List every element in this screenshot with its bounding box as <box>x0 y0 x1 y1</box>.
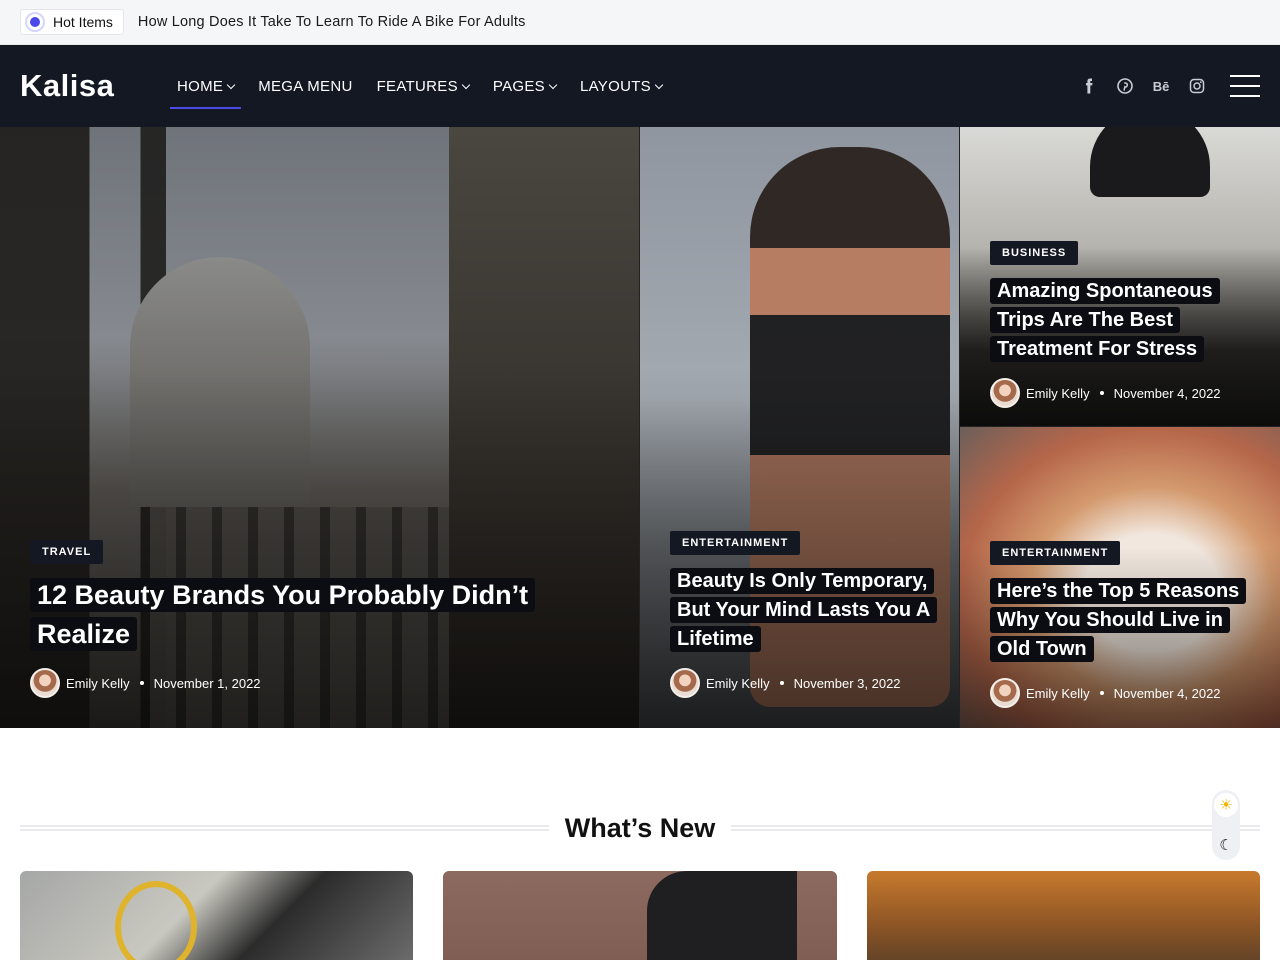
post-thumbnail[interactable] <box>443 871 837 960</box>
hero-post-card[interactable]: ENTERTAINMENT Here’s the Top 5 Reasons W… <box>960 427 1280 728</box>
post-title[interactable]: Beauty Is Only Temporary, But Your Mind … <box>670 567 938 654</box>
site-logo[interactable]: Kalisa <box>20 68 170 104</box>
hero-post-card[interactable]: BUSINESS Amazing Spontaneous Trips Are T… <box>960 127 1280 427</box>
nav-item-label: HOME <box>177 77 224 95</box>
menu-hamburger-icon[interactable] <box>1230 75 1260 97</box>
moon-icon[interactable]: ☾ <box>1214 833 1238 857</box>
post-meta: Emily Kelly November 4, 2022 <box>990 378 1256 408</box>
social-links: Bē <box>1080 45 1206 127</box>
post-title[interactable]: Amazing Spontaneous Trips Are The Best T… <box>990 277 1256 364</box>
post-thumbnail[interactable] <box>866 871 1260 960</box>
chevron-down-icon <box>548 80 558 89</box>
category-badge[interactable]: ENTERTAINMENT <box>990 541 1121 565</box>
category-badge[interactable]: ENTERTAINMENT <box>670 531 801 555</box>
author-avatar[interactable] <box>990 678 1020 708</box>
main-header: Kalisa HOME MEGA MENU FEATURES PAGES LAY… <box>0 45 1280 127</box>
facebook-icon[interactable] <box>1080 77 1098 95</box>
theme-toggle[interactable]: ☀ ☾ <box>1212 790 1240 860</box>
main-nav: HOME MEGA MENU FEATURES PAGES LAYOUTS <box>170 70 679 109</box>
post-grid <box>20 871 1260 960</box>
post-date: November 1, 2022 <box>153 675 261 691</box>
instagram-icon[interactable] <box>1188 77 1206 95</box>
hero-post-card[interactable]: ENTERTAINMENT Beauty Is Only Temporary, … <box>640 127 960 728</box>
nav-item-label: FEATURES <box>376 77 458 95</box>
post-meta: Emily Kelly November 3, 2022 <box>670 668 935 698</box>
nav-item-label: LAYOUTS <box>579 77 651 95</box>
author-avatar[interactable] <box>670 668 700 698</box>
whats-new-section: What’s New <box>0 728 1280 960</box>
post-date: November 4, 2022 <box>1113 385 1221 401</box>
hot-items-label: Hot Items <box>53 14 113 30</box>
pinterest-icon[interactable] <box>1116 77 1134 95</box>
section-title: What’s New <box>548 812 732 844</box>
chevron-down-icon <box>226 80 236 89</box>
nav-item-features[interactable]: FEATURES <box>370 70 476 103</box>
post-title[interactable]: Here’s the Top 5 Reasons Why You Should … <box>990 577 1256 664</box>
category-badge[interactable]: BUSINESS <box>990 241 1079 265</box>
author-avatar[interactable] <box>990 378 1020 408</box>
author-name[interactable]: Emily Kelly <box>1026 686 1090 701</box>
hot-dot-icon <box>25 12 45 32</box>
post-date: November 3, 2022 <box>793 675 901 691</box>
chevron-down-icon <box>461 80 471 89</box>
hot-headline-link[interactable]: How Long Does It Take To Learn To Ride A… <box>138 14 526 30</box>
nav-item-label: PAGES <box>492 77 545 95</box>
category-badge[interactable]: TRAVEL <box>30 539 104 564</box>
post-meta: Emily Kelly November 4, 2022 <box>990 678 1256 708</box>
nav-item-label: MEGA MENU <box>258 77 353 95</box>
chevron-down-icon <box>654 80 664 89</box>
post-thumbnail[interactable] <box>20 871 414 960</box>
hero-grid: TRAVEL 12 Beauty Brands You Probably Did… <box>0 127 1280 728</box>
post-meta: Emily Kelly November 1, 2022 <box>30 668 615 698</box>
author-name[interactable]: Emily Kelly <box>66 676 130 691</box>
nav-item-mega-menu[interactable]: MEGA MENU <box>251 70 359 103</box>
nav-item-layouts[interactable]: LAYOUTS <box>573 70 669 103</box>
author-name[interactable]: Emily Kelly <box>1026 386 1090 401</box>
nav-item-home[interactable]: HOME <box>170 70 242 109</box>
top-bar: Hot Items How Long Does It Take To Learn… <box>0 0 1280 45</box>
sun-icon[interactable]: ☀ <box>1214 793 1238 817</box>
section-heading: What’s New <box>20 808 1260 848</box>
hero-post-card[interactable]: TRAVEL 12 Beauty Brands You Probably Did… <box>0 127 640 728</box>
author-avatar[interactable] <box>30 668 60 698</box>
post-date: November 4, 2022 <box>1113 685 1221 701</box>
nav-item-pages[interactable]: PAGES <box>486 70 563 103</box>
behance-icon[interactable]: Bē <box>1152 77 1170 95</box>
author-name[interactable]: Emily Kelly <box>706 676 770 691</box>
hot-items-badge: Hot Items <box>20 9 124 35</box>
post-title[interactable]: 12 Beauty Brands You Probably Didn’t Rea… <box>30 576 615 654</box>
